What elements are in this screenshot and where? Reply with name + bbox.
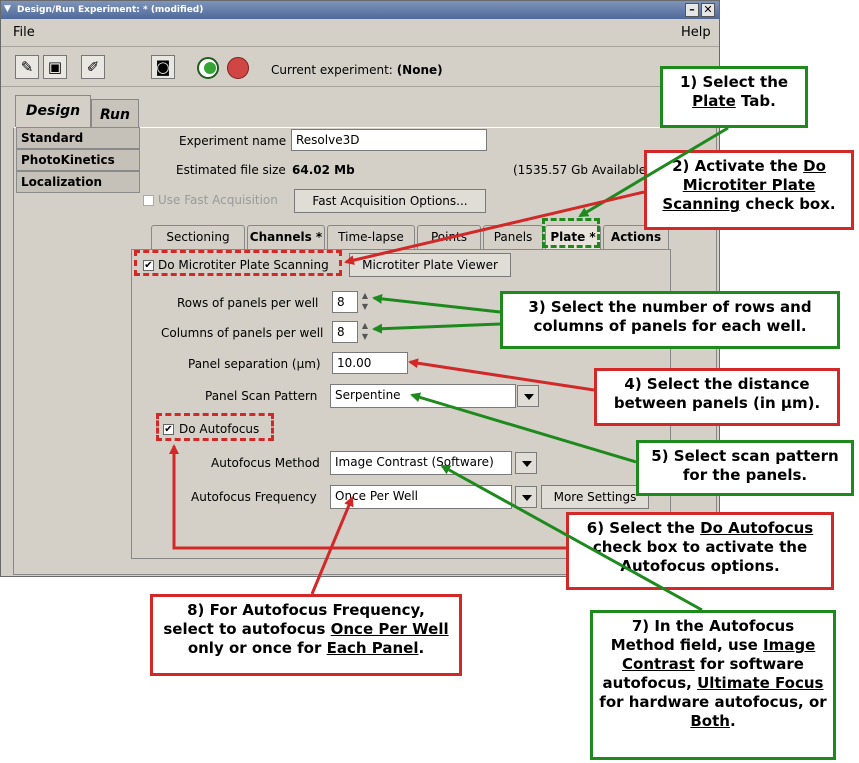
arrow-step-5 [410,392,637,464]
arrow-step-3-cols [372,322,501,334]
arrow-step-3-rows [372,293,501,314]
arrow-step-7 [440,464,703,612]
arrow-step-2 [344,190,645,266]
annotation-arrows [169,126,729,612]
arrow-step-4 [408,358,595,392]
arrow-step-8 [310,496,354,595]
arrow-step-6 [169,444,566,550]
